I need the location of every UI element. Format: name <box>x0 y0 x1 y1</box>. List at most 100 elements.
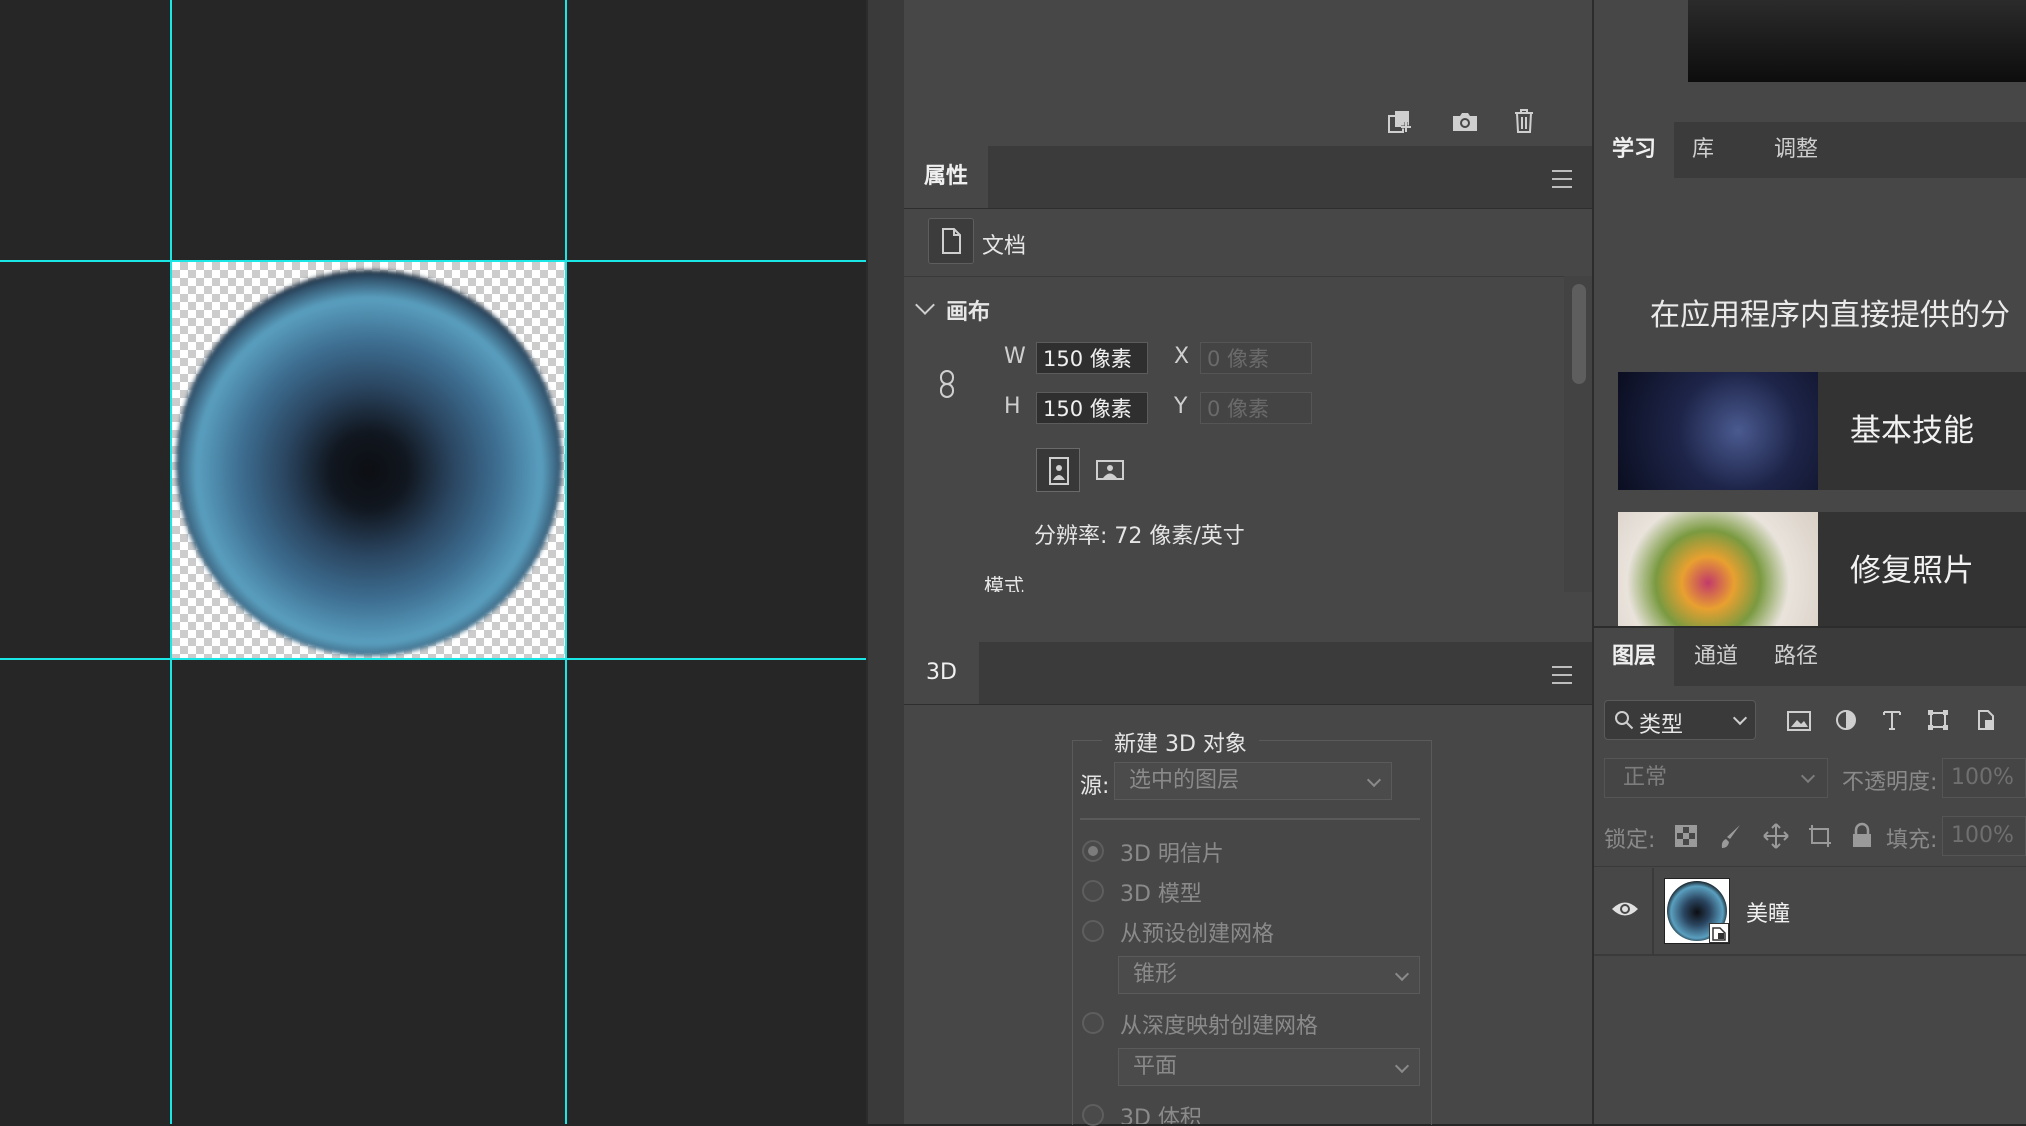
layers-tab-bar: 图层 通道 路径 <box>1594 626 2026 686</box>
canvas-section-title[interactable]: 画布 <box>946 294 990 326</box>
eye-visibility-icon[interactable] <box>1610 898 1640 926</box>
opacity-field[interactable]: 100% <box>1942 758 2026 798</box>
panel-3d-menu-icon[interactable] <box>1552 666 1572 684</box>
y-field[interactable]: 0 像素 <box>1200 392 1312 424</box>
lock-artboard-icon[interactable] <box>1806 822 1834 856</box>
guide-horizontal-bottom[interactable] <box>0 658 866 660</box>
learn-card-title: 基本技能 <box>1850 413 1974 449</box>
radio-3d-model[interactable] <box>1082 880 1104 902</box>
document-image[interactable] <box>172 262 566 658</box>
radio-mesh-from-preset[interactable] <box>1082 920 1104 942</box>
width-label: W <box>1004 344 1026 369</box>
depth-map-dropdown[interactable]: 平面 <box>1118 1048 1420 1086</box>
source-dropdown[interactable]: 选中的图层 <box>1114 762 1392 800</box>
landscape-orientation-button[interactable] <box>1088 448 1132 492</box>
source-label: 源: <box>1080 774 1110 799</box>
width-field[interactable]: 150 像素 <box>1036 342 1148 374</box>
guide-vertical-right[interactable] <box>565 0 567 1124</box>
properties-scroll-track[interactable] <box>1564 276 1592 592</box>
radio-mesh-from-depth[interactable] <box>1082 1012 1104 1034</box>
adjustment-filter-icon[interactable] <box>1834 708 1858 738</box>
document-type-label: 文档 <box>982 234 1027 259</box>
height-field[interactable]: 150 像素 <box>1036 392 1148 424</box>
layer-filter-label: 类型 <box>1639 713 1684 738</box>
lock-image-pixels-icon[interactable] <box>1718 822 1744 856</box>
smart-object-badge-icon <box>1709 923 1729 943</box>
divider <box>1080 818 1420 820</box>
layer-thumbnail[interactable] <box>1664 878 1730 944</box>
source-dropdown-value: 选中的图层 <box>1129 768 1240 793</box>
learn-card-thumbnail <box>1618 372 1818 490</box>
chevron-down-icon <box>1366 772 1382 788</box>
tab-learn[interactable]: 学习 <box>1594 122 1675 178</box>
smart-object-filter-icon[interactable] <box>1974 708 1998 738</box>
image-filter-icon[interactable] <box>1786 710 1812 738</box>
properties-tab-bar: 属性 <box>904 146 1592 209</box>
tab-paths[interactable]: 路径 <box>1756 628 1836 686</box>
y-label: Y <box>1174 394 1188 419</box>
resolution-text: 分辨率: 72 像素/英寸 <box>1034 524 1245 549</box>
learn-intro-text: 在应用程序内直接提供的分 <box>1650 298 2010 333</box>
fill-label: 填充: <box>1886 828 1938 853</box>
blend-mode-dropdown[interactable]: 正常 <box>1604 758 1828 798</box>
lock-position-icon[interactable] <box>1762 822 1790 856</box>
layer-filter-dropdown[interactable]: 类型 <box>1604 700 1756 740</box>
middle-panel-column: 属性 文档 画布 W 150 像素 X 0 像素 H 150 像素 Y 0 像素… <box>904 0 1592 1126</box>
radio-mesh-from-preset-label[interactable]: 从预设创建网格 <box>1120 916 1274 948</box>
color-preview-strip <box>1688 0 2026 82</box>
radio-3d-postcard-label[interactable]: 3D 明信片 <box>1120 836 1224 868</box>
learn-panel-body: 在应用程序内直接提供的分 基本技能 修复照片 <box>1594 178 2026 626</box>
learn-card-restore-photos[interactable]: 修复照片 <box>1618 512 2026 626</box>
radio-3d-postcard[interactable] <box>1082 840 1104 862</box>
chevron-down-icon[interactable] <box>915 295 935 315</box>
tab-adjustments[interactable]: 调整 <box>1756 122 1836 178</box>
learn-tab-bar: 学习 库 调整 <box>1594 122 2026 178</box>
contact-lens-artwork <box>176 270 562 656</box>
link-dimensions-icon[interactable] <box>934 368 960 406</box>
trash-icon[interactable] <box>1510 106 1538 142</box>
shape-filter-icon[interactable] <box>1926 708 1950 738</box>
portrait-orientation-button[interactable] <box>1036 448 1080 492</box>
lock-transparent-pixels-icon[interactable] <box>1674 824 1698 854</box>
preset-shape-dropdown[interactable]: 锥形 <box>1118 956 1420 994</box>
tab-layers[interactable]: 图层 <box>1594 628 1675 686</box>
properties-panel-menu-icon[interactable] <box>1552 170 1572 188</box>
fill-field[interactable]: 100% <box>1942 816 2026 856</box>
radio-mesh-from-depth-label[interactable]: 从深度映射创建网格 <box>1120 1008 1318 1040</box>
history-panel-list <box>904 0 1592 99</box>
panel-dock-gutter <box>866 0 908 1124</box>
divider <box>904 276 1592 277</box>
radio-3d-volume[interactable] <box>1082 1104 1104 1126</box>
learn-card-basic-skills[interactable]: 基本技能 <box>1618 372 2026 490</box>
radio-3d-volume-label[interactable]: 3D 体积 <box>1120 1100 1202 1124</box>
guide-horizontal-top[interactable] <box>0 260 866 262</box>
divider <box>1594 866 2026 867</box>
new-document-from-state-icon[interactable] <box>1386 108 1416 142</box>
lock-all-icon[interactable] <box>1850 822 1874 856</box>
learn-card-thumbnail <box>1618 512 1818 626</box>
camera-icon[interactable] <box>1450 108 1480 142</box>
divider <box>1652 868 1654 954</box>
tab-libraries[interactable]: 库 <box>1674 122 1752 178</box>
document-type-icon <box>928 218 974 264</box>
tab-channels[interactable]: 通道 <box>1676 628 1756 686</box>
panel-3d-tab-bar: 3D <box>904 642 1592 705</box>
properties-scrollbar-thumb[interactable] <box>1572 284 1586 384</box>
opacity-label: 不透明度: <box>1842 770 1938 795</box>
x-label: X <box>1174 344 1190 369</box>
type-filter-icon[interactable] <box>1880 708 1904 738</box>
tab-properties[interactable]: 属性 <box>904 146 989 208</box>
mode-label: 模式 <box>984 574 1024 592</box>
guide-vertical-left[interactable] <box>170 0 172 1124</box>
lock-label: 锁定: <box>1604 828 1656 853</box>
document-canvas[interactable] <box>0 0 866 1124</box>
blend-mode-value: 正常 <box>1623 765 1668 790</box>
layer-name[interactable]: 美瞳 <box>1746 896 1790 928</box>
search-icon <box>1613 709 1635 737</box>
radio-3d-model-label[interactable]: 3D 模型 <box>1120 876 1202 908</box>
chevron-down-icon <box>1800 768 1816 784</box>
tab-3d[interactable]: 3D <box>904 642 979 704</box>
right-panel-column: 学习 库 调整 在应用程序内直接提供的分 基本技能 修复照片 图层 通道 路径 … <box>1592 0 2026 1124</box>
x-field[interactable]: 0 像素 <box>1200 342 1312 374</box>
layer-row[interactable]: 美瞳 <box>1594 868 2026 956</box>
